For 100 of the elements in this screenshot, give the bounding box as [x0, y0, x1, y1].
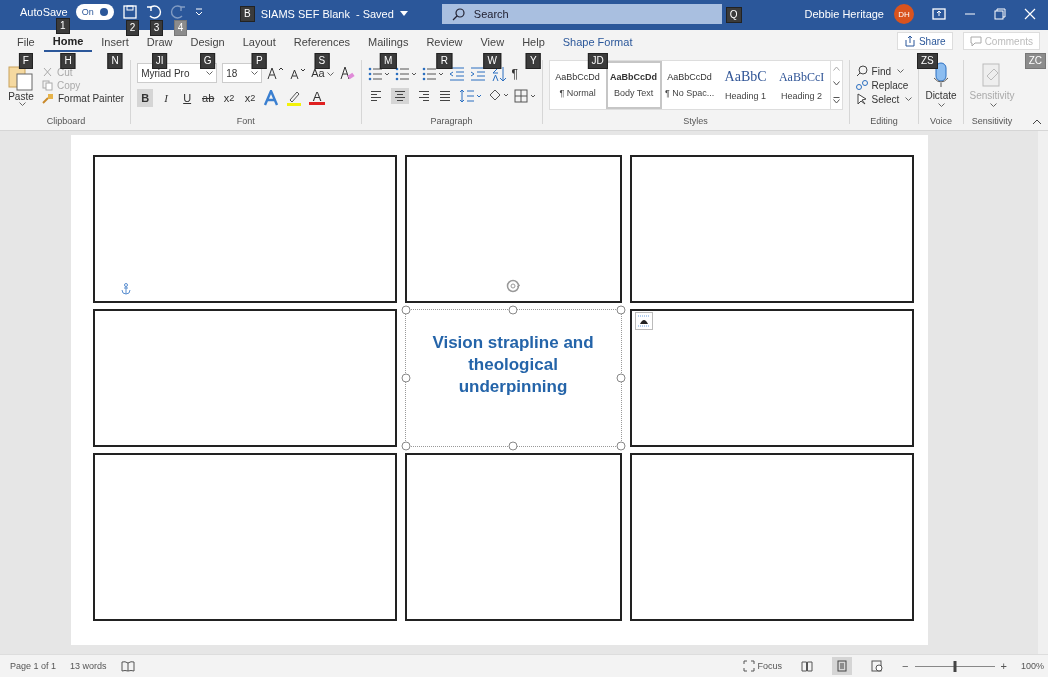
- line-spacing-icon[interactable]: [459, 89, 482, 103]
- caret-icon[interactable]: [399, 11, 408, 17]
- resize-handle[interactable]: [616, 305, 625, 315]
- font-color-button[interactable]: A: [309, 91, 326, 105]
- page-count[interactable]: Page 1 of 1: [10, 661, 57, 671]
- vertical-scrollbar[interactable]: [1038, 131, 1048, 654]
- zoom-percent[interactable]: 100%: [1020, 661, 1044, 671]
- resize-handle[interactable]: [508, 305, 518, 315]
- key-tip: N: [107, 53, 123, 69]
- text-box[interactable]: [629, 309, 914, 447]
- ribbon-tab[interactable]: Layout: [233, 33, 285, 52]
- multilevel-list-icon[interactable]: [421, 67, 444, 81]
- ribbon-tab[interactable]: Design: [181, 33, 234, 52]
- italic-button[interactable]: I: [158, 89, 175, 107]
- ribbon-tab[interactable]: References: [284, 33, 360, 52]
- replace-button[interactable]: Replace: [855, 79, 909, 91]
- key-tip: 4: [173, 20, 188, 36]
- book-icon[interactable]: [120, 660, 135, 672]
- group-label: Styles: [683, 116, 708, 128]
- text-box[interactable]: [629, 155, 914, 303]
- bold-button[interactable]: B: [137, 89, 154, 107]
- gallery-scrollbar[interactable]: [829, 61, 842, 109]
- align-center-button[interactable]: [390, 88, 409, 104]
- text-box[interactable]: [629, 453, 914, 621]
- zoom-out-button[interactable]: −: [902, 660, 909, 672]
- sort-icon[interactable]: [490, 66, 507, 82]
- layout-options-icon[interactable]: [634, 312, 653, 330]
- customize-toolbar-icon[interactable]: [193, 7, 204, 17]
- resize-handle[interactable]: [401, 441, 410, 451]
- clear-formatting-icon[interactable]: [338, 65, 355, 81]
- resize-handle[interactable]: [401, 305, 410, 315]
- document-title[interactable]: SIAMS SEF Blank: [260, 8, 350, 20]
- paintbrush-icon: [42, 92, 54, 104]
- more-styles-icon[interactable]: [832, 96, 840, 104]
- style-tile[interactable]: AaBbCcI Heading 2: [773, 61, 830, 109]
- resize-handle[interactable]: [401, 373, 410, 383]
- font-size-field[interactable]: 18: [222, 63, 263, 83]
- save-button[interactable]: [121, 4, 138, 20]
- font-name-field[interactable]: Myriad Pro: [137, 63, 218, 83]
- bullets-list-icon[interactable]: [367, 67, 390, 81]
- ribbon-tab[interactable]: Draw: [137, 33, 182, 52]
- ribbon-tab[interactable]: File: [8, 33, 44, 52]
- zoom-thumb[interactable]: [953, 660, 957, 672]
- select-button[interactable]: Select: [855, 93, 913, 105]
- increase-indent-icon[interactable]: [469, 67, 486, 81]
- text-box[interactable]: [404, 155, 622, 303]
- ribbon-tab[interactable]: Insert: [92, 33, 138, 52]
- key-tip: 3: [149, 20, 164, 36]
- undo-button[interactable]: [145, 4, 162, 20]
- page-icon: [837, 660, 848, 672]
- ribbon-tab[interactable]: Review: [417, 33, 472, 52]
- save-status[interactable]: - Saved: [355, 8, 394, 20]
- ribbon-tab[interactable]: Help: [513, 33, 554, 52]
- show-formatting-button[interactable]: ¶: [511, 67, 519, 81]
- scroll-down-icon[interactable]: [832, 81, 840, 87]
- text-box[interactable]: [92, 453, 397, 621]
- format-painter-button[interactable]: Format Painter: [42, 92, 125, 104]
- find-button[interactable]: Find: [855, 65, 905, 77]
- ribbon-display-icon[interactable]: [932, 8, 946, 20]
- style-tile[interactable]: AaBbCcDd ¶ No Spac...: [661, 61, 718, 109]
- ribbon-tab[interactable]: Mailings: [359, 33, 418, 52]
- strikethrough-button[interactable]: ab: [200, 89, 217, 107]
- user-avatar[interactable]: DH: [894, 4, 914, 24]
- numbering-list-icon[interactable]: [394, 67, 417, 81]
- underline-button[interactable]: U: [179, 89, 196, 107]
- style-tile[interactable]: AaBbCcDd Body Text: [605, 61, 662, 109]
- grow-font-icon[interactable]: [267, 66, 286, 80]
- key-tip: P: [251, 53, 267, 69]
- book-icon: [801, 660, 814, 672]
- word-count[interactable]: 13 words: [70, 661, 107, 671]
- resize-handle[interactable]: [616, 373, 625, 383]
- search-field[interactable]: Search: [441, 4, 722, 24]
- resize-handle[interactable]: [508, 441, 518, 451]
- change-case-button[interactable]: Aa: [311, 67, 334, 79]
- resize-handle[interactable]: [616, 441, 625, 451]
- caret-icon: [938, 103, 946, 108]
- group-label: Voice: [929, 116, 952, 128]
- borders-icon[interactable]: [513, 89, 536, 103]
- close-icon[interactable]: [1024, 8, 1036, 20]
- focus-icon: [742, 660, 755, 672]
- share-button[interactable]: Share: [896, 32, 953, 50]
- rotate-handle-icon[interactable]: [505, 278, 521, 294]
- paste-button[interactable]: Paste: [8, 63, 34, 107]
- restore-icon[interactable]: [994, 8, 1006, 20]
- autosave-toggle[interactable]: On: [75, 4, 114, 20]
- text-box[interactable]: [92, 309, 397, 447]
- print-view-button[interactable]: [832, 657, 853, 675]
- shrink-font-icon[interactable]: [290, 66, 307, 80]
- decrease-indent-icon[interactable]: [448, 67, 465, 81]
- ribbon-tab[interactable]: View: [471, 33, 514, 52]
- text-box[interactable]: [92, 155, 397, 303]
- focus-button[interactable]: Focus: [742, 660, 783, 672]
- key-tip: F: [18, 53, 33, 69]
- ribbon-tab[interactable]: Shape Format: [553, 33, 642, 52]
- caret-icon: [326, 72, 334, 77]
- collapse-ribbon-icon[interactable]: [1032, 118, 1042, 126]
- text-box[interactable]: [404, 453, 622, 621]
- style-tile[interactable]: AaBbC Heading 1: [717, 61, 774, 109]
- zoom-in-button[interactable]: +: [1000, 660, 1007, 672]
- autosave-label: AutoSave: [20, 6, 68, 18]
